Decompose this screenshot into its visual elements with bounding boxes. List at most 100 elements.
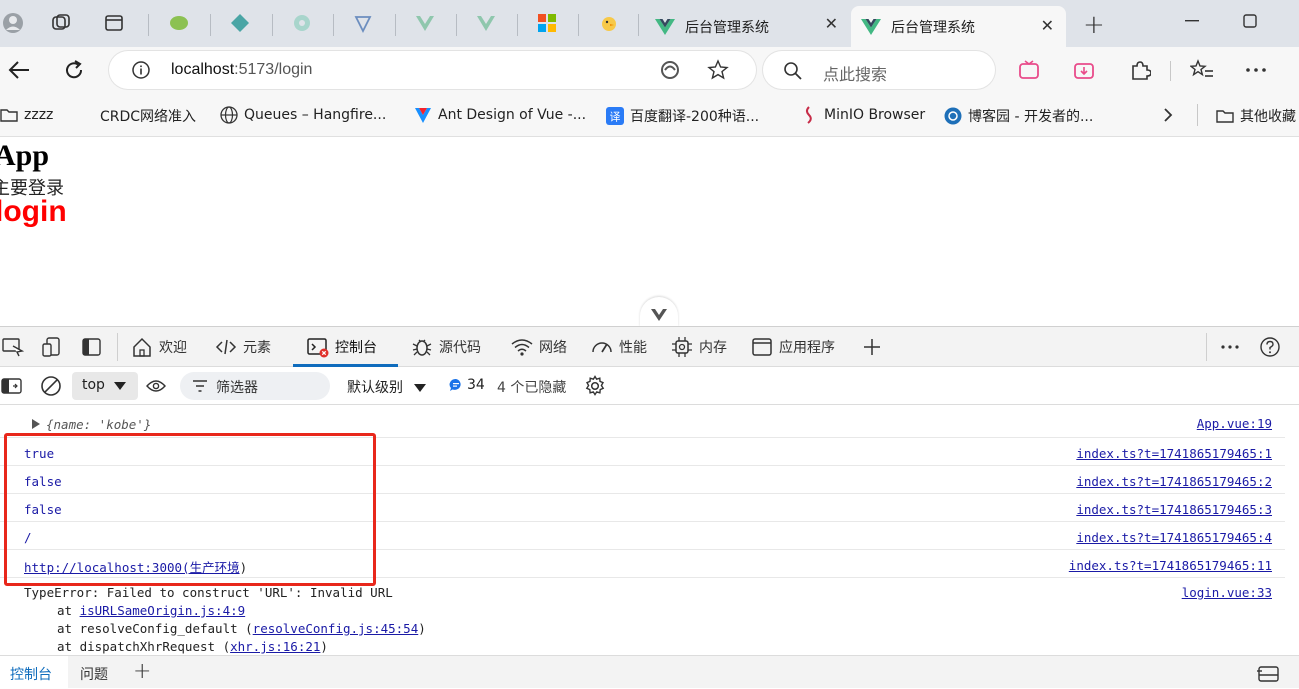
svg-text:译: 译 <box>610 111 621 124</box>
bookmark-hangfire[interactable]: Queues – Hangfire... <box>220 106 386 124</box>
download-extension-icon[interactable] <box>1073 60 1095 80</box>
bookmark-folder-zzzz[interactable]: zzzz <box>0 106 53 124</box>
wechat-tab-icon[interactable] <box>168 12 190 34</box>
bookmark-label: 百度翻译-200种语... <box>630 109 760 125</box>
bookmark-label: CRDC网络准入 <box>100 109 197 125</box>
devtools-tab-label: 内存 <box>699 340 727 356</box>
extensions-puzzle-icon[interactable] <box>1129 59 1151 81</box>
browser-tab[interactable]: 后台管理系统 ✕ <box>645 6 850 47</box>
filter-input[interactable]: 筛选器 <box>180 372 330 400</box>
search-box[interactable]: 点此搜索 <box>763 51 995 89</box>
source-link[interactable]: login.vue:33 <box>1182 585 1272 600</box>
vue-tab-icon[interactable] <box>414 12 436 34</box>
microsoft-tab-icon[interactable] <box>536 12 558 34</box>
bookmark-label: zzzz <box>24 107 54 123</box>
console-settings-gear-icon[interactable] <box>584 375 606 397</box>
close-tab-icon[interactable]: ✕ <box>1041 16 1054 35</box>
info-icon[interactable] <box>131 60 151 80</box>
favorite-star-icon[interactable] <box>707 59 729 81</box>
devtools-tab-bar: 欢迎 元素 控制台 源代码 网络 性能 内存 应用程序 <box>0 327 1299 367</box>
stack-suffix: ) <box>320 639 328 654</box>
drawer-add-tab-button[interactable]: + <box>133 659 151 684</box>
browser-tab-active[interactable]: 后台管理系统 ✕ <box>851 6 1066 47</box>
back-arrow-icon[interactable] <box>7 59 31 81</box>
vertical-tabs-icon[interactable] <box>103 12 125 34</box>
workspaces-icon[interactable] <box>50 12 72 34</box>
login-heading: login <box>0 195 67 228</box>
bookmark-other-favorites[interactable]: 其他收藏 <box>1216 106 1296 126</box>
settings-tab-icon[interactable] <box>291 12 313 34</box>
bookmarks-overflow-chevron-icon[interactable] <box>1162 106 1174 124</box>
vite-tab-icon[interactable] <box>352 12 374 34</box>
devtools-tab-application[interactable]: 应用程序 <box>751 335 835 359</box>
bookmark-label: Ant Design of Vue -... <box>438 107 587 123</box>
profile-avatar-icon[interactable] <box>2 12 24 34</box>
devtools-tab-welcome[interactable]: 欢迎 <box>131 335 187 359</box>
app-tab-icon[interactable] <box>229 12 251 34</box>
source-link[interactable]: index.ts?t=1741865179465:11 <box>1069 558 1272 573</box>
tv-extension-icon[interactable] <box>1018 60 1040 80</box>
drawer-tab-label: 控制台 <box>10 667 52 683</box>
console-error-entry: TypeError: Failed to construct 'URL': In… <box>0 578 1285 655</box>
chick-tab-icon[interactable] <box>598 12 620 34</box>
context-selector[interactable]: top <box>72 372 138 400</box>
message-count-badge[interactable]: 34 <box>449 377 485 393</box>
source-link[interactable]: index.ts?t=1741865179465:2 <box>1076 474 1272 489</box>
vue-devtools-toggle[interactable] <box>640 297 678 327</box>
more-menu-icon[interactable] <box>1246 68 1266 72</box>
drawer-tab-console[interactable]: 控制台 <box>0 656 68 689</box>
devtools-tab-performance[interactable]: 性能 <box>591 335 647 359</box>
source-link[interactable]: index.ts?t=1741865179465:4 <box>1076 530 1272 545</box>
source-link[interactable]: App.vue:19 <box>1197 416 1272 431</box>
source-link[interactable]: index.ts?t=1741865179465:3 <box>1076 502 1272 517</box>
maximize-button[interactable] <box>1243 14 1257 28</box>
add-tool-plus-icon[interactable] <box>862 337 882 357</box>
inspect-element-icon[interactable] <box>2 337 24 357</box>
hidden-count: 4 个已隐藏 <box>497 380 567 396</box>
close-tab-icon[interactable]: ✕ <box>825 14 838 33</box>
highlight-annotation-box <box>4 433 376 586</box>
minimize-button[interactable] <box>1185 20 1199 22</box>
devtools-tab-elements[interactable]: 元素 <box>215 335 271 359</box>
devtools-tab-console[interactable]: 控制台 <box>307 335 377 359</box>
bookmark-crdc[interactable]: CRDC网络准入 <box>78 106 196 126</box>
devtools-more-icon[interactable] <box>1221 345 1239 349</box>
refresh-icon[interactable] <box>62 58 86 82</box>
devtools-tab-label: 应用程序 <box>779 340 835 356</box>
device-emulation-icon[interactable] <box>41 336 63 358</box>
stack-prefix: at dispatchXhrRequest ( <box>57 639 231 654</box>
stack-link[interactable]: xhr.js:16:21 <box>230 639 320 654</box>
filter-icon <box>193 380 207 392</box>
expand-triangle-icon[interactable] <box>32 419 40 429</box>
devtools-tab-sources[interactable]: 源代码 <box>411 335 481 359</box>
url-path: :5173/login <box>234 61 313 78</box>
console-toolbar: top 筛选器 默认级别 34 4 个已隐藏 <box>0 367 1299 405</box>
clear-console-icon[interactable] <box>40 375 62 397</box>
drawer-dock-icon[interactable] <box>1256 664 1280 684</box>
devtools-tab-memory[interactable]: 内存 <box>671 335 727 359</box>
vue-tab-icon[interactable] <box>475 12 497 34</box>
live-expression-eye-icon[interactable] <box>146 378 166 394</box>
dropdown-caret-icon <box>414 384 427 392</box>
favorites-list-icon[interactable] <box>1190 59 1214 81</box>
dock-side-icon[interactable] <box>81 336 103 358</box>
source-link[interactable]: index.ts?t=1741865179465:1 <box>1076 446 1272 461</box>
drawer-tab-issues[interactable]: 问题 <box>80 664 108 684</box>
devtools-tab-network[interactable]: 网络 <box>511 335 567 359</box>
bookmark-ant-design-vue[interactable]: Ant Design of Vue -... <box>414 106 586 124</box>
help-icon[interactable] <box>1259 336 1281 358</box>
stack-link[interactable]: isURLSameOrigin.js:4:9 <box>80 603 246 618</box>
new-tab-button[interactable]: + <box>1083 10 1105 40</box>
translate-page-icon[interactable] <box>659 59 681 81</box>
stack-frame: at dispatchXhrRequest (xhr.js:16:21) <box>57 639 328 654</box>
bookmarks-bar: zzzz CRDC网络准入 Queues – Hangfire... Ant D… <box>0 93 1299 137</box>
bookmark-baidu-translate[interactable]: 译 百度翻译-200种语... <box>606 106 759 126</box>
bookmark-cnblogs[interactable]: 博客园 - 开发者的... <box>944 106 1093 126</box>
url-field[interactable]: localhost:5173/login <box>109 51 756 89</box>
bookmark-minio[interactable]: MinIO Browser <box>800 106 925 124</box>
chip-icon <box>671 336 693 358</box>
log-level-selector[interactable]: 默认级别 <box>347 377 427 397</box>
stack-link[interactable]: resolveConfig.js:45:54 <box>253 621 419 636</box>
filter-placeholder: 筛选器 <box>216 380 258 396</box>
sidebar-toggle-icon[interactable] <box>1 376 23 396</box>
